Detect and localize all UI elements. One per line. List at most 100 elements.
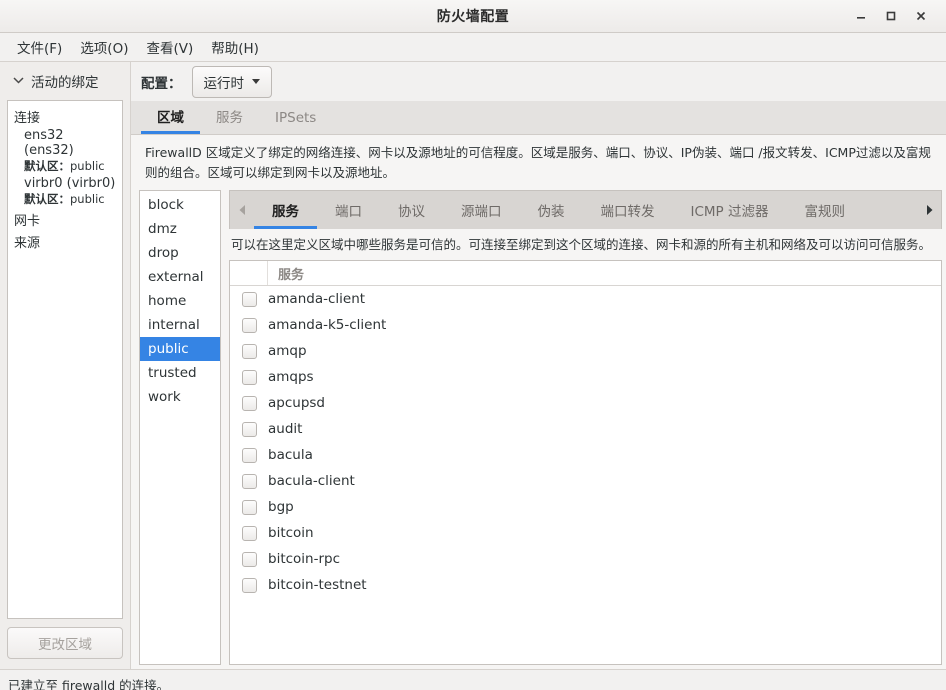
row-checkbox-cell[interactable]	[230, 473, 268, 489]
table-row[interactable]: bitcoin	[230, 520, 941, 546]
table-row[interactable]: amanda-client	[230, 286, 941, 312]
checkbox-icon[interactable]	[241, 369, 257, 385]
table-row[interactable]: apcupsd	[230, 390, 941, 416]
body-container: 活动的绑定 连接 ens32 (ens32) 默认区：public virbr0…	[0, 62, 946, 669]
checkbox-icon[interactable]	[241, 577, 257, 593]
table-row[interactable]: amanda-k5-client	[230, 312, 941, 338]
zone-description: FirewallD 区域定义了绑定的网络连接、网卡以及源地址的可信程度。区域是服…	[131, 135, 946, 190]
inner-tab-icmp-filter[interactable]: ICMP 过滤器	[673, 192, 787, 229]
services-table: 服务 amanda-client amanda-k5-client amqp a…	[229, 260, 942, 665]
checkbox-icon[interactable]	[241, 447, 257, 463]
panes-container: block dmz drop external home internal pu…	[131, 190, 946, 669]
tab-zones[interactable]: 区域	[141, 100, 200, 134]
table-row[interactable]: bgp	[230, 494, 941, 520]
checkbox-icon[interactable]	[241, 343, 257, 359]
row-checkbox-cell[interactable]	[230, 317, 268, 333]
connection-status: 已建立至 firewalld 的连接。	[8, 678, 170, 690]
active-bindings-panel[interactable]: 连接 ens32 (ens32) 默认区：public virbr0 (virb…	[7, 100, 123, 619]
service-name: bgp	[268, 499, 294, 515]
menu-item-options[interactable]: 选项(O)	[71, 34, 137, 60]
service-name: bitcoin-rpc	[268, 551, 341, 567]
tab-scroll-right-icon[interactable]	[917, 191, 941, 229]
row-checkbox-cell[interactable]	[230, 499, 268, 515]
zone-list-item[interactable]: block	[140, 193, 220, 217]
inner-tab-masquerading[interactable]: 伪装	[520, 192, 583, 229]
inner-tab-scroll: 服务 端口 协议 源端口 伪装 端口转发 ICMP 过滤器 富规则	[254, 191, 917, 229]
row-checkbox-cell[interactable]	[230, 421, 268, 437]
zone-list-item-selected[interactable]: public	[140, 337, 220, 361]
row-checkbox-cell[interactable]	[230, 291, 268, 307]
zone-list[interactable]: block dmz drop external home internal pu…	[139, 190, 221, 665]
tab-ipsets[interactable]: IPSets	[259, 104, 332, 134]
inner-tab-bar: 服务 端口 协议 源端口 伪装 端口转发 ICMP 过滤器 富规则	[229, 190, 942, 229]
zone-list-item[interactable]: external	[140, 265, 220, 289]
change-zone-button[interactable]: 更改区域	[7, 627, 123, 659]
list-item[interactable]: ens32 (ens32) 默认区：public	[8, 127, 122, 175]
row-checkbox-cell[interactable]	[230, 525, 268, 541]
service-name: amanda-client	[268, 291, 366, 307]
row-checkbox-cell[interactable]	[230, 447, 268, 463]
tab-services[interactable]: 服务	[200, 100, 259, 134]
inner-tab-rich-rules[interactable]: 富规则	[787, 192, 864, 229]
zone-detail-box: 服务 端口 协议 源端口 伪装 端口转发 ICMP 过滤器 富规则 可以在这里定…	[229, 190, 942, 665]
binding-group-connections: 连接	[14, 111, 41, 126]
inner-tab-ports[interactable]: 端口	[317, 192, 380, 229]
maximize-icon[interactable]	[876, 2, 906, 30]
zone-list-item[interactable]: dmz	[140, 217, 220, 241]
inner-tab-port-forwarding[interactable]: 端口转发	[583, 192, 673, 229]
checkbox-icon[interactable]	[241, 421, 257, 437]
status-bar: 已建立至 firewalld 的连接。 默认区域:public LogDenie…	[0, 669, 946, 690]
row-checkbox-cell[interactable]	[230, 369, 268, 385]
table-row[interactable]: bacula	[230, 442, 941, 468]
chevron-down-icon	[13, 76, 24, 87]
tab-scroll-left-icon[interactable]	[230, 191, 254, 229]
service-name: amqps	[268, 369, 314, 385]
inner-tab-protocols[interactable]: 协议	[380, 192, 443, 229]
table-row[interactable]: bitcoin-testnet	[230, 572, 941, 598]
checkbox-icon[interactable]	[241, 551, 257, 567]
table-row[interactable]: amqps	[230, 364, 941, 390]
zone-list-item[interactable]: internal	[140, 313, 220, 337]
row-checkbox-cell[interactable]	[230, 343, 268, 359]
row-checkbox-cell[interactable]	[230, 395, 268, 411]
zone-list-item[interactable]: home	[140, 289, 220, 313]
table-row[interactable]: bitcoin-rpc	[230, 546, 941, 572]
checkbox-icon[interactable]	[241, 473, 257, 489]
close-icon[interactable]	[906, 2, 936, 30]
inner-tab-services[interactable]: 服务	[254, 192, 317, 229]
row-checkbox-cell[interactable]	[230, 577, 268, 593]
list-item[interactable]: virbr0 (virbr0) 默认区：public	[8, 175, 122, 208]
zone-list-item[interactable]: trusted	[140, 361, 220, 385]
checkbox-icon[interactable]	[241, 525, 257, 541]
menu-item-help[interactable]: 帮助(H)	[202, 34, 268, 60]
inner-tab-source-ports[interactable]: 源端口	[443, 192, 520, 229]
zone-list-item[interactable]: work	[140, 385, 220, 409]
checkbox-icon[interactable]	[241, 317, 257, 333]
services-table-rows: amanda-client amanda-k5-client amqp amqp…	[230, 286, 941, 664]
checkbox-icon[interactable]	[241, 395, 257, 411]
active-bindings-header[interactable]: 活动的绑定	[7, 62, 123, 100]
main-panel: 配置： 运行时 区域 服务 IPSets FirewallD 区域定义了绑定的网…	[131, 62, 946, 669]
service-name: bitcoin-testnet	[268, 577, 367, 593]
sidebar: 活动的绑定 连接 ens32 (ens32) 默认区：public virbr0…	[0, 62, 131, 669]
binding-group-sources: 来源	[14, 236, 41, 251]
title-bar: 防火墙配置	[0, 0, 946, 33]
minimize-icon[interactable]	[846, 2, 876, 30]
table-row[interactable]: amqp	[230, 338, 941, 364]
service-name: amanda-k5-client	[268, 317, 387, 333]
table-row[interactable]: audit	[230, 416, 941, 442]
menu-item-view[interactable]: 查看(V)	[137, 34, 202, 60]
connection-zone: 默认区：public	[24, 158, 116, 174]
configuration-select[interactable]: 运行时	[191, 65, 272, 98]
menu-item-file[interactable]: 文件(F)	[8, 34, 71, 60]
row-checkbox-cell[interactable]	[230, 551, 268, 567]
configuration-select-value: 运行时	[203, 75, 245, 92]
chevron-down-icon	[252, 79, 260, 84]
table-row[interactable]: bacula-client	[230, 468, 941, 494]
checkbox-icon[interactable]	[241, 499, 257, 515]
checkbox-icon[interactable]	[241, 291, 257, 307]
binding-group-interfaces: 网卡	[14, 214, 41, 229]
connection-zone-label: 默认区：	[24, 159, 70, 173]
configuration-label: 配置：	[141, 75, 182, 92]
zone-list-item[interactable]: drop	[140, 241, 220, 265]
